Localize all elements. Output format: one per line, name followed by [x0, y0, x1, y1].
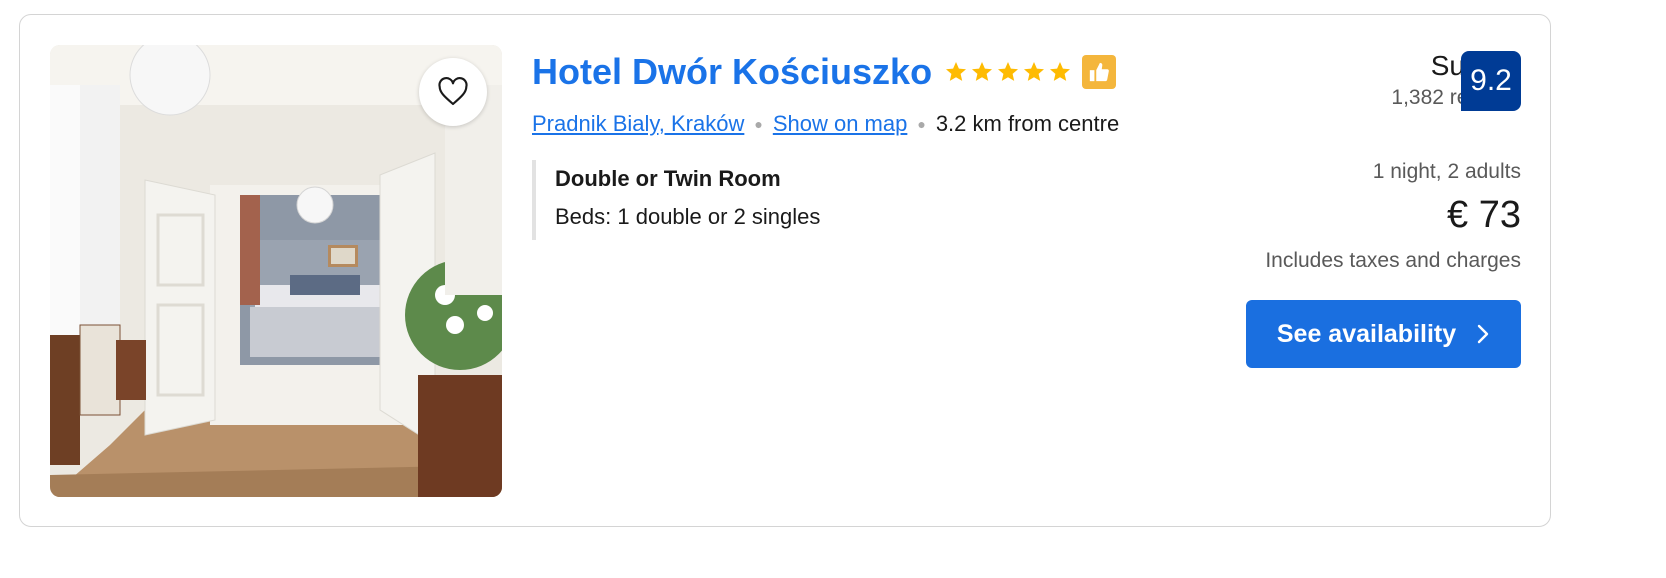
save-favourite-button[interactable]: [419, 58, 487, 126]
hotel-name-link[interactable]: Hotel Dwór Kościuszko: [532, 51, 932, 93]
preferred-badge[interactable]: [1082, 55, 1117, 89]
star-icon: [972, 62, 993, 81]
price-block: 1 night, 2 adults € 73 Includes taxes an…: [1265, 160, 1521, 273]
room-beds: Beds: 1 double or 2 singles: [555, 204, 821, 229]
room-info: Double or Twin Room Beds: 1 double or 2 …: [532, 160, 820, 240]
title-row: Hotel Dwór Kościuszko: [532, 50, 1117, 94]
review-score-badge[interactable]: 9.2: [1461, 51, 1521, 111]
star-icon: [1050, 62, 1071, 81]
taxes-note: Includes taxes and charges: [1265, 249, 1521, 272]
price-amount: € 73: [1447, 194, 1521, 236]
thumbs-up-icon: [1089, 62, 1109, 82]
separator-dot: ●: [917, 116, 926, 132]
distance-text: 3.2 km from centre: [935, 111, 1120, 136]
heart-icon: [438, 77, 468, 106]
see-availability-label: See availability: [1276, 319, 1457, 348]
room-name: Double or Twin Room: [555, 166, 781, 191]
see-availability-button[interactable]: See availability: [1246, 300, 1521, 368]
chevron-right-icon: [1477, 324, 1489, 344]
star-icon: [998, 62, 1019, 81]
star-icon: [946, 62, 967, 81]
star-rating: [944, 60, 1072, 84]
location-link[interactable]: Pradnik Bialy, Kraków: [532, 111, 744, 137]
show-on-map-link[interactable]: Show on map: [773, 111, 908, 137]
stay-details: 1 night, 2 adults: [1372, 160, 1521, 183]
star-icon: [1024, 62, 1045, 81]
separator-dot: ●: [754, 116, 763, 132]
location-row: Pradnik Bialy, Kraków ● Show on map ● 3.…: [532, 108, 1119, 140]
